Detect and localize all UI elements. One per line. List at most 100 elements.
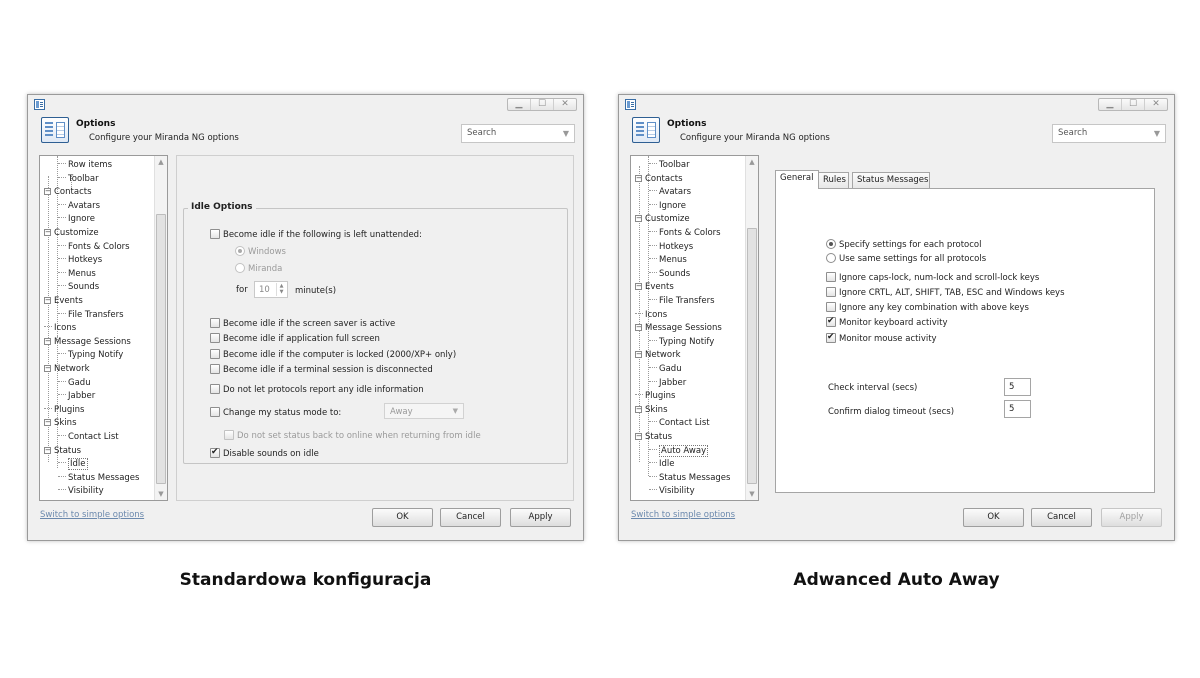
collapse-icon[interactable]: − [635,351,642,359]
collapse-icon[interactable]: − [635,174,642,182]
tree-item[interactable]: Typing Notify [649,336,714,350]
tab-status-messages[interactable]: Status Messages [852,172,930,188]
cancel-button[interactable]: Cancel [1031,508,1092,527]
tree-item[interactable]: − Customize [635,213,690,227]
tab-general[interactable]: General [775,170,819,189]
change-status-checkbox[interactable]: Change my status mode to: [210,407,341,418]
tree-item[interactable]: Visibility [649,485,695,499]
radio-same-all-protocols[interactable]: Use same settings for all protocols [826,253,986,264]
tree-item[interactable]: − Skins [635,404,668,418]
options-tree[interactable]: Toolbar − Contacts Avatars Ignore − Customize F… [630,155,759,501]
scroll-down-icon[interactable]: ▼ [155,488,167,500]
tree-item[interactable]: Status Messages [58,472,139,486]
tree-item[interactable]: Plugins [635,390,675,404]
scroll-down-icon[interactable]: ▼ [746,488,758,500]
collapse-icon[interactable]: − [635,433,642,440]
radio-specify-each-protocol[interactable]: Specify settings for each protocol [826,239,982,250]
tree-item[interactable]: − Contacts [635,173,683,187]
collapse-icon[interactable]: − [44,446,51,454]
ignore-combo-checkbox[interactable]: Ignore any key combination with above ke… [826,302,1029,313]
cancel-button[interactable]: Cancel [440,508,501,527]
tree-item[interactable]: Idle [58,458,88,472]
tree-item[interactable]: Menus [58,268,96,282]
tree-item[interactable]: Fonts & Colors [58,241,130,255]
check-interval-input[interactable]: 5 [1004,378,1031,396]
search-input[interactable]: Search ▼ [461,124,575,143]
ok-button[interactable]: OK [372,508,433,527]
no-set-back-checkbox[interactable]: Do not set status back to online when re… [224,430,481,441]
ignore-caps-checkbox[interactable]: Ignore caps-lock, num-lock and scroll-lo… [826,272,1039,283]
full-screen-checkbox[interactable]: Become idle if application full screen [210,333,380,344]
tree-item[interactable]: − Contacts [44,186,92,200]
tree-item[interactable]: Typing Notify [58,349,123,363]
tree-item[interactable]: Jabber [649,377,686,391]
ignore-ctrl-checkbox[interactable]: Ignore CRTL, ALT, SHIFT, TAB, ESC and Wi… [826,287,1065,298]
minimize-button[interactable]: ▁ [1099,99,1121,110]
collapse-icon[interactable]: − [635,215,642,223]
maximize-button[interactable]: ☐ [1121,99,1144,110]
become-idle-unattended-checkbox[interactable]: Become idle if the following is left una… [210,229,422,240]
close-button[interactable]: ✕ [1144,99,1167,110]
tree-item[interactable]: Ignore [649,200,686,214]
tree-item[interactable]: Fonts & Colors [649,227,721,241]
collapse-icon[interactable]: − [44,365,51,372]
tree-item[interactable]: Gadu [649,363,682,377]
tree-scrollbar[interactable]: ▲ ▼ [745,156,758,500]
tree-item[interactable]: Plugins [44,404,84,418]
tree-item[interactable]: Toolbar [58,173,99,187]
collapse-icon[interactable]: − [44,188,51,196]
tree-item[interactable]: − Network [44,363,90,377]
minutes-spinner[interactable]: 10 ▲ ▼ [254,281,288,298]
tree-item[interactable]: Jabber [58,390,95,404]
collapse-icon[interactable]: − [44,337,51,345]
monitor-mouse-checkbox[interactable]: Monitor mouse activity [826,332,937,344]
tree-item[interactable]: Avatars [649,186,691,200]
tree-item[interactable]: − Network [635,349,681,363]
tree-item[interactable]: Sounds [58,281,99,295]
tree-item[interactable]: − Customize [44,227,99,241]
options-tree[interactable]: Row items Toolbar − Contacts Avatars Ignore − C… [39,155,168,501]
collapse-icon[interactable]: − [635,283,642,291]
tree-item[interactable]: − Message Sessions [44,336,131,350]
tree-item[interactable]: Toolbar [649,159,690,173]
tree-item[interactable]: Contact List [649,417,710,431]
maximize-button[interactable]: ☐ [530,99,553,110]
tree-item[interactable]: Auto Away [649,444,709,459]
screen-saver-checkbox[interactable]: Become idle if the screen saver is activ… [210,318,395,329]
scrollbar-thumb[interactable] [156,214,166,484]
collapse-icon[interactable]: − [44,297,51,304]
tree-item[interactable]: − Message Sessions [635,322,722,336]
tree-item[interactable]: − Events [44,295,83,309]
radio-windows[interactable]: Windows [235,246,286,257]
tree-item[interactable]: File Transfers [58,309,124,323]
tree-item[interactable]: Ignore [58,213,95,227]
tree-item[interactable]: − Skins [44,417,77,431]
collapse-icon[interactable]: − [44,419,51,427]
close-button[interactable]: ✕ [553,99,576,110]
tree-item[interactable]: Avatars [58,200,100,214]
apply-button[interactable]: Apply [510,508,571,527]
tree-item[interactable]: Idle [649,458,675,472]
tree-item[interactable]: − Status [635,431,672,445]
apply-button[interactable]: Apply [1101,508,1162,527]
tree-item[interactable]: Hotkeys [649,241,693,255]
tree-item[interactable]: Hotkeys [58,254,102,268]
monitor-keyboard-checkbox[interactable]: Monitor keyboard activity [826,316,947,328]
tree-item[interactable]: Row items [58,159,112,173]
scroll-up-icon[interactable]: ▲ [155,156,167,168]
radio-miranda[interactable]: Miranda [235,263,282,274]
tree-item[interactable]: Gadu [58,377,91,391]
collapse-icon[interactable]: − [44,229,51,236]
chevron-down-icon[interactable]: ▼ [1154,129,1160,138]
tree-item[interactable]: Menus [649,254,687,268]
spinner-arrows-icon[interactable]: ▲ ▼ [276,283,286,296]
status-mode-select[interactable]: Away ▼ [384,403,464,419]
ok-button[interactable]: OK [963,508,1024,527]
tree-item[interactable]: Visibility [58,485,104,499]
tree-item[interactable]: File Transfers [649,295,715,309]
confirm-timeout-input[interactable]: 5 [1004,400,1031,418]
tree-item[interactable]: Sounds [649,268,690,282]
tree-item[interactable]: Icons [44,322,76,336]
collapse-icon[interactable]: − [635,405,642,413]
collapse-icon[interactable]: − [635,324,642,332]
